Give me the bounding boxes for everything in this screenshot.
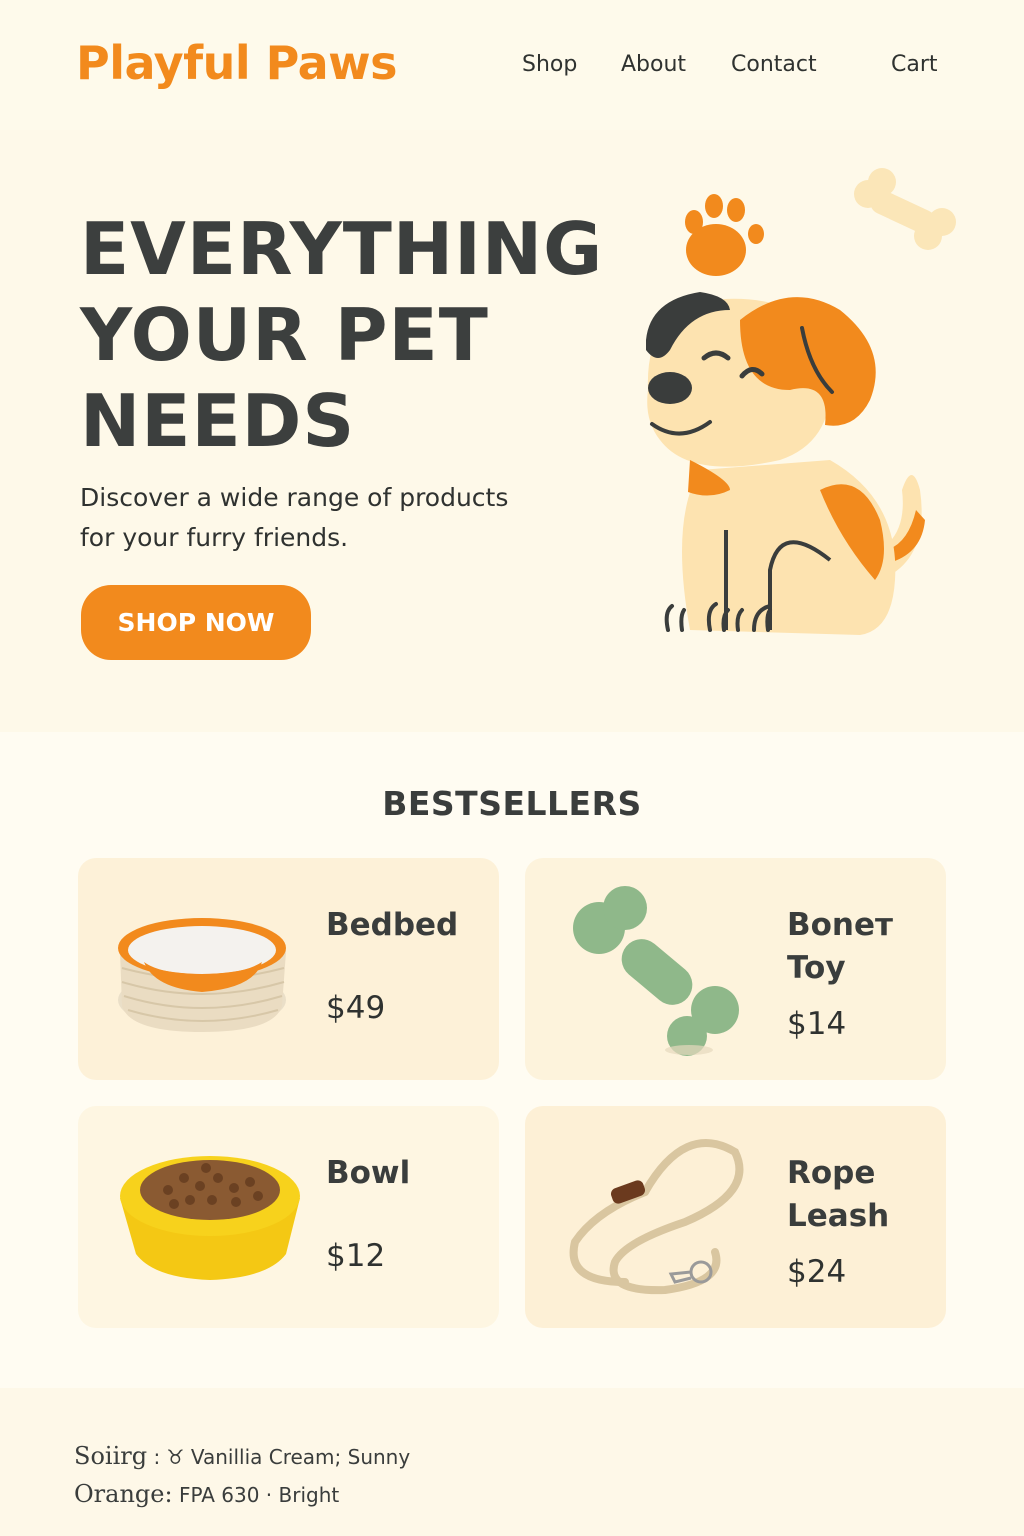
footer-line-text: Vanillia Cream; Sunny — [190, 1445, 411, 1469]
paw-print-icon — [685, 194, 764, 276]
hero-subtitle: Discover a wide range of products for yo… — [80, 483, 509, 552]
product-price: $24 — [787, 1254, 847, 1290]
product-name: Boneᴛ Toy — [787, 904, 893, 990]
product-name-line: Toy — [787, 950, 846, 986]
nav-link-shop[interactable]: Shop — [522, 52, 577, 77]
rope-leash-image — [565, 1132, 745, 1306]
hero-title-line: YOUR PET — [80, 293, 489, 377]
footer-line: Orange: FPA 630 · Bright — [74, 1480, 339, 1508]
product-price: $14 — [787, 1006, 847, 1042]
site-footer: Soiirg : ♉ Vanillia Cream; Sunny Orange:… — [0, 1388, 1024, 1536]
nav-link-cart[interactable]: Cart — [891, 52, 938, 77]
paw-icon: ♉ — [166, 1445, 185, 1469]
main-nav: Shop About Contact Cart — [0, 52, 1024, 82]
product-name-line: Boneᴛ — [787, 907, 893, 943]
hero-title-line: EVERYTHING — [80, 207, 604, 291]
product-card[interactable]: Bedbed $49 — [78, 858, 499, 1080]
product-name: Bedbed — [326, 907, 459, 943]
bone-icon — [854, 168, 956, 250]
pet-bed-image — [114, 910, 290, 1038]
nav-link-about[interactable]: About — [621, 52, 686, 77]
footer-line-separator: : — [153, 1445, 167, 1469]
product-card[interactable]: Bowl $12 — [78, 1106, 499, 1328]
footer-line-lead: Orange: — [74, 1480, 173, 1508]
hero-section: EVERYTHING YOUR PET NEEDS Discover a wid… — [0, 130, 1024, 732]
footer-line: Soiirg : ♉ Vanillia Cream; Sunny — [74, 1442, 410, 1470]
site-header: Playful Paws Shop About Contact Cart — [0, 0, 1024, 130]
footer-line-text: FPA 630 · Bright — [178, 1483, 340, 1507]
product-price: $12 — [326, 1238, 386, 1274]
food-bowl-image — [118, 1142, 304, 1286]
puppy-illustration — [646, 292, 925, 635]
product-card[interactable]: Rope Leash $24 — [525, 1106, 946, 1328]
hero-illustration — [630, 160, 970, 680]
bone-toy-image — [569, 886, 741, 1062]
footer-line-lead: Soiirg — [74, 1442, 148, 1470]
bestsellers-heading: BESTSELLERS — [382, 784, 642, 823]
shop-now-button[interactable]: SHOP NOW — [81, 585, 311, 660]
product-name-line: Leash — [787, 1198, 890, 1234]
hero-title: EVERYTHING YOUR PET NEEDS — [80, 206, 620, 464]
product-name: Bowl — [326, 1155, 411, 1191]
product-card[interactable]: Boneᴛ Toy $14 — [525, 858, 946, 1080]
product-name-line: Rope — [787, 1155, 876, 1191]
hero-title-line: NEEDS — [80, 379, 356, 463]
nav-link-contact[interactable]: Contact — [731, 52, 817, 77]
bestsellers-section: BESTSELLERS Bedbed $49 Boneᴛ Toy $14 Bow… — [0, 732, 1024, 1388]
product-price: $49 — [326, 990, 386, 1026]
product-name: Rope Leash — [787, 1152, 889, 1238]
